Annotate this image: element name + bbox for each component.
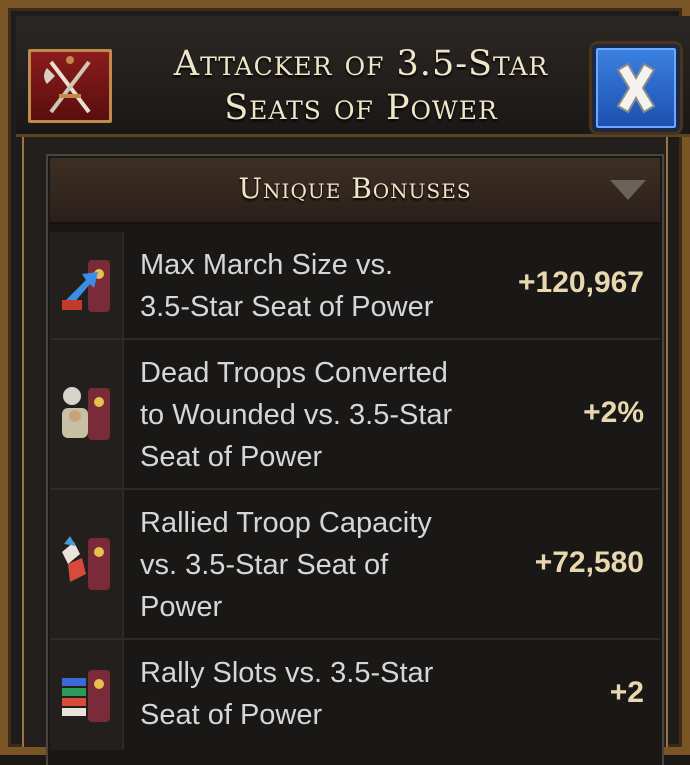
close-button[interactable] — [592, 44, 680, 132]
popup-title-line-1: Attacker of 3.5-Star — [173, 44, 549, 84]
crossed-sword-axe-banner-icon — [28, 49, 112, 123]
popup-frame: Attacker of 3.5-Star Seats of Power Uniq… — [0, 0, 690, 765]
rally-capacity-throne-icon — [62, 536, 110, 590]
bonus-label-line: Seat of Power — [140, 441, 323, 473]
bonus-icon-cell — [50, 232, 124, 338]
bonus-label-line: Dead Troops Converted — [140, 357, 448, 389]
popup-title: Attacker of 3.5-Star Seats of Power — [126, 42, 596, 130]
bonus-label-line: Power — [140, 591, 223, 623]
chevron-down-icon[interactable] — [610, 180, 646, 200]
bonus-row: Max March Size vs. 3.5-Star Seat of Powe… — [50, 232, 660, 340]
bonus-icon-cell — [50, 340, 124, 488]
bonus-list: Max March Size vs. 3.5-Star Seat of Powe… — [50, 232, 660, 750]
bonus-label: Max March Size vs. 3.5-Star Seat of Powe… — [140, 244, 500, 328]
bonus-row: Dead Troops Converted to Wounded vs. 3.5… — [50, 340, 660, 490]
bonus-icon-cell — [50, 640, 124, 750]
bonus-label-line: to Wounded vs. 3.5-Star — [140, 399, 453, 431]
rally-slots-throne-icon — [62, 670, 110, 722]
bonus-label-line: vs. 3.5-Star Seat of — [140, 549, 389, 581]
bonus-panel: Unique Bonuses Max March Size vs. 3.5-St… — [46, 154, 664, 765]
bonus-label-line: Seat of Power — [140, 699, 323, 731]
bonus-value: +2 — [609, 676, 644, 709]
bonus-value: +2% — [583, 396, 644, 429]
popup-title-line-2: Seats of Power — [224, 88, 498, 128]
bonus-row: Rallied Troop Capacity vs. 3.5-Star Seat… — [50, 490, 660, 640]
bonus-value: +72,580 — [534, 546, 644, 579]
bonus-label: Rallied Troop Capacity vs. 3.5-Star Seat… — [140, 502, 500, 628]
bonus-label: Rally Slots vs. 3.5-Star Seat of Power — [140, 652, 500, 736]
bonus-label: Dead Troops Converted to Wounded vs. 3.5… — [140, 352, 500, 478]
section-header-unique-bonuses[interactable]: Unique Bonuses — [50, 158, 660, 224]
section-title: Unique Bonuses — [238, 172, 472, 205]
bonus-row: Rally Slots vs. 3.5-Star Seat of Power +… — [50, 640, 660, 750]
healer-throne-icon — [62, 387, 110, 440]
bonus-icon-cell — [50, 490, 124, 638]
bonus-value: +120,967 — [518, 266, 644, 299]
close-x-icon — [616, 62, 656, 114]
popup-header: Attacker of 3.5-Star Seats of Power — [16, 16, 690, 137]
march-size-throne-icon — [62, 260, 110, 312]
bonus-label-line: 3.5-Star Seat of Power — [140, 291, 434, 323]
bonus-label-line: Rallied Troop Capacity — [140, 507, 432, 539]
bonus-label-line: Max March Size vs. — [140, 249, 393, 281]
bonus-label-line: Rally Slots vs. 3.5-Star — [140, 657, 434, 689]
